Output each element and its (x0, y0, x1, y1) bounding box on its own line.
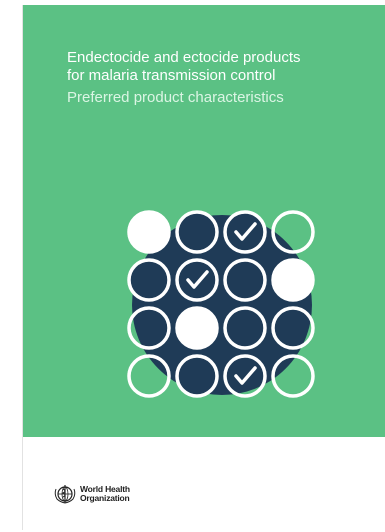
grid-circle-filled-white (127, 210, 171, 254)
title-line-2: for malaria transmission control (67, 67, 276, 84)
grid-circle-navy (175, 354, 219, 398)
grid-circle-navy (127, 258, 171, 302)
title-line-1: Endectocide and ectocide products (67, 49, 301, 66)
report-cover: Endectocide and ectocide products for ma… (22, 5, 385, 530)
grid-circle-outline (127, 354, 171, 398)
who-emblem-icon (54, 485, 76, 504)
grid-circle-filled-white (271, 258, 315, 302)
grid-circle-outline (271, 210, 315, 254)
cover-title: Endectocide and ectocide products for ma… (67, 49, 367, 85)
grid-circle-navy (175, 210, 219, 254)
who-logo: World Health Organization (53, 483, 130, 505)
circle-grid-graphic (127, 210, 315, 398)
grid-circle-check-green (175, 258, 219, 302)
cover-subtitle: Preferred product characteristics (67, 89, 284, 106)
who-logo-text: World Health Organization (80, 485, 130, 503)
grid-circle-filled-white (175, 306, 219, 350)
org-name-line-2: Organization (80, 493, 130, 503)
grid-circle-outline (271, 354, 315, 398)
grid-circle-check-navy (223, 210, 267, 254)
